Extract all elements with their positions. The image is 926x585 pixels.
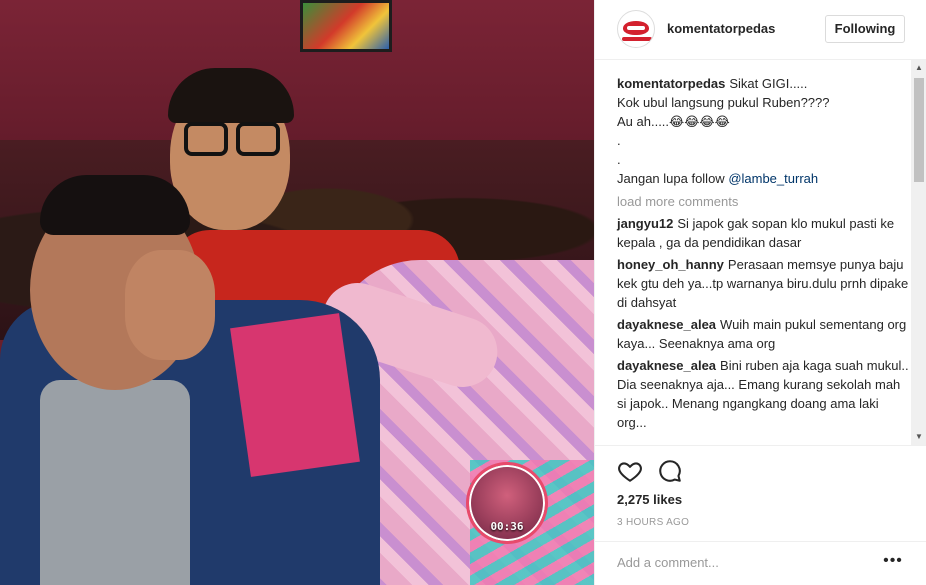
comment-icon[interactable]	[657, 458, 683, 484]
comments-scrollbar[interactable]: ▲ ▼	[911, 60, 926, 445]
caption-mention-link[interactable]: @lambe_turrah	[728, 171, 818, 186]
post-side-panel: komentatorpedas Following komentatorpeda…	[594, 0, 926, 585]
caption-username[interactable]: komentatorpedas	[617, 76, 725, 91]
post-actions: 2,275 likes 3 HOURS AGO •••	[595, 445, 926, 585]
glasses-right-lens	[236, 122, 280, 156]
header-username[interactable]: komentatorpedas	[667, 21, 775, 36]
caption-line-4: .	[617, 133, 621, 148]
comments-list[interactable]: komentatorpedas Sikat GIGI..... Kok ubul …	[595, 60, 911, 445]
post-header: komentatorpedas Following	[595, 0, 926, 60]
caption-mention-prefix: Jangan lupa follow	[617, 171, 729, 186]
add-comment-bar: •••	[595, 541, 926, 585]
caption-line-5: .	[617, 152, 621, 167]
jacket-pink-panel	[230, 313, 360, 477]
scroll-down-arrow-icon[interactable]: ▼	[911, 429, 926, 445]
caption-line-1: Sikat GIGI.....	[729, 76, 808, 91]
comment-username[interactable]: dayaknese_alea	[617, 317, 716, 332]
heart-icon[interactable]	[617, 458, 643, 484]
laughing-man-hair	[40, 175, 190, 235]
caption: komentatorpedas Sikat GIGI..... Kok ubul …	[617, 74, 909, 188]
avatar[interactable]	[617, 10, 655, 48]
caption-line-6: Jangan lupa follow @lambe_turrah	[617, 169, 909, 188]
likes-count[interactable]: 2,275 likes	[617, 492, 682, 507]
scrollbar-thumb[interactable]	[914, 78, 924, 182]
watermark-time: 00:36	[490, 520, 524, 533]
caption-line-3: Au ah.....😂😂😂😂	[617, 114, 730, 129]
glasses-man-hair	[168, 68, 294, 123]
grey-shirt	[40, 380, 190, 585]
logo-text-bar	[622, 37, 652, 41]
comment-username[interactable]: jangyu12	[617, 216, 673, 231]
caption-line-2: Kok ubul langsung pukul Ruben????	[617, 95, 830, 110]
glasses-left-lens	[184, 122, 228, 156]
logo-mouth	[627, 26, 645, 30]
scroll-up-arrow-icon[interactable]: ▲	[911, 60, 926, 76]
more-options-button[interactable]: •••	[881, 550, 905, 572]
following-button[interactable]: Following	[825, 15, 905, 43]
comment-username[interactable]: honey_oh_hanny	[617, 257, 724, 272]
post-media[interactable]: 00:36	[0, 0, 594, 585]
post-timestamp: 3 HOURS AGO	[617, 517, 690, 528]
add-comment-input[interactable]	[617, 552, 857, 572]
hand	[125, 250, 215, 360]
comment-item: dayaknese_alea Bini ruben aja kaga suah m…	[617, 356, 909, 432]
wall-painting	[300, 0, 392, 52]
comment-item: dayaknese_alea Wuih main pukul sementang …	[617, 315, 909, 353]
comment-item: honey_oh_hanny Perasaan memsye punya baju…	[617, 255, 909, 312]
load-more-comments[interactable]: load more comments	[617, 192, 911, 211]
comment-username[interactable]: dayaknese_alea	[617, 358, 716, 373]
comment-item: jangyu12 Si japok gak sopan klo mukul pas…	[617, 214, 909, 252]
